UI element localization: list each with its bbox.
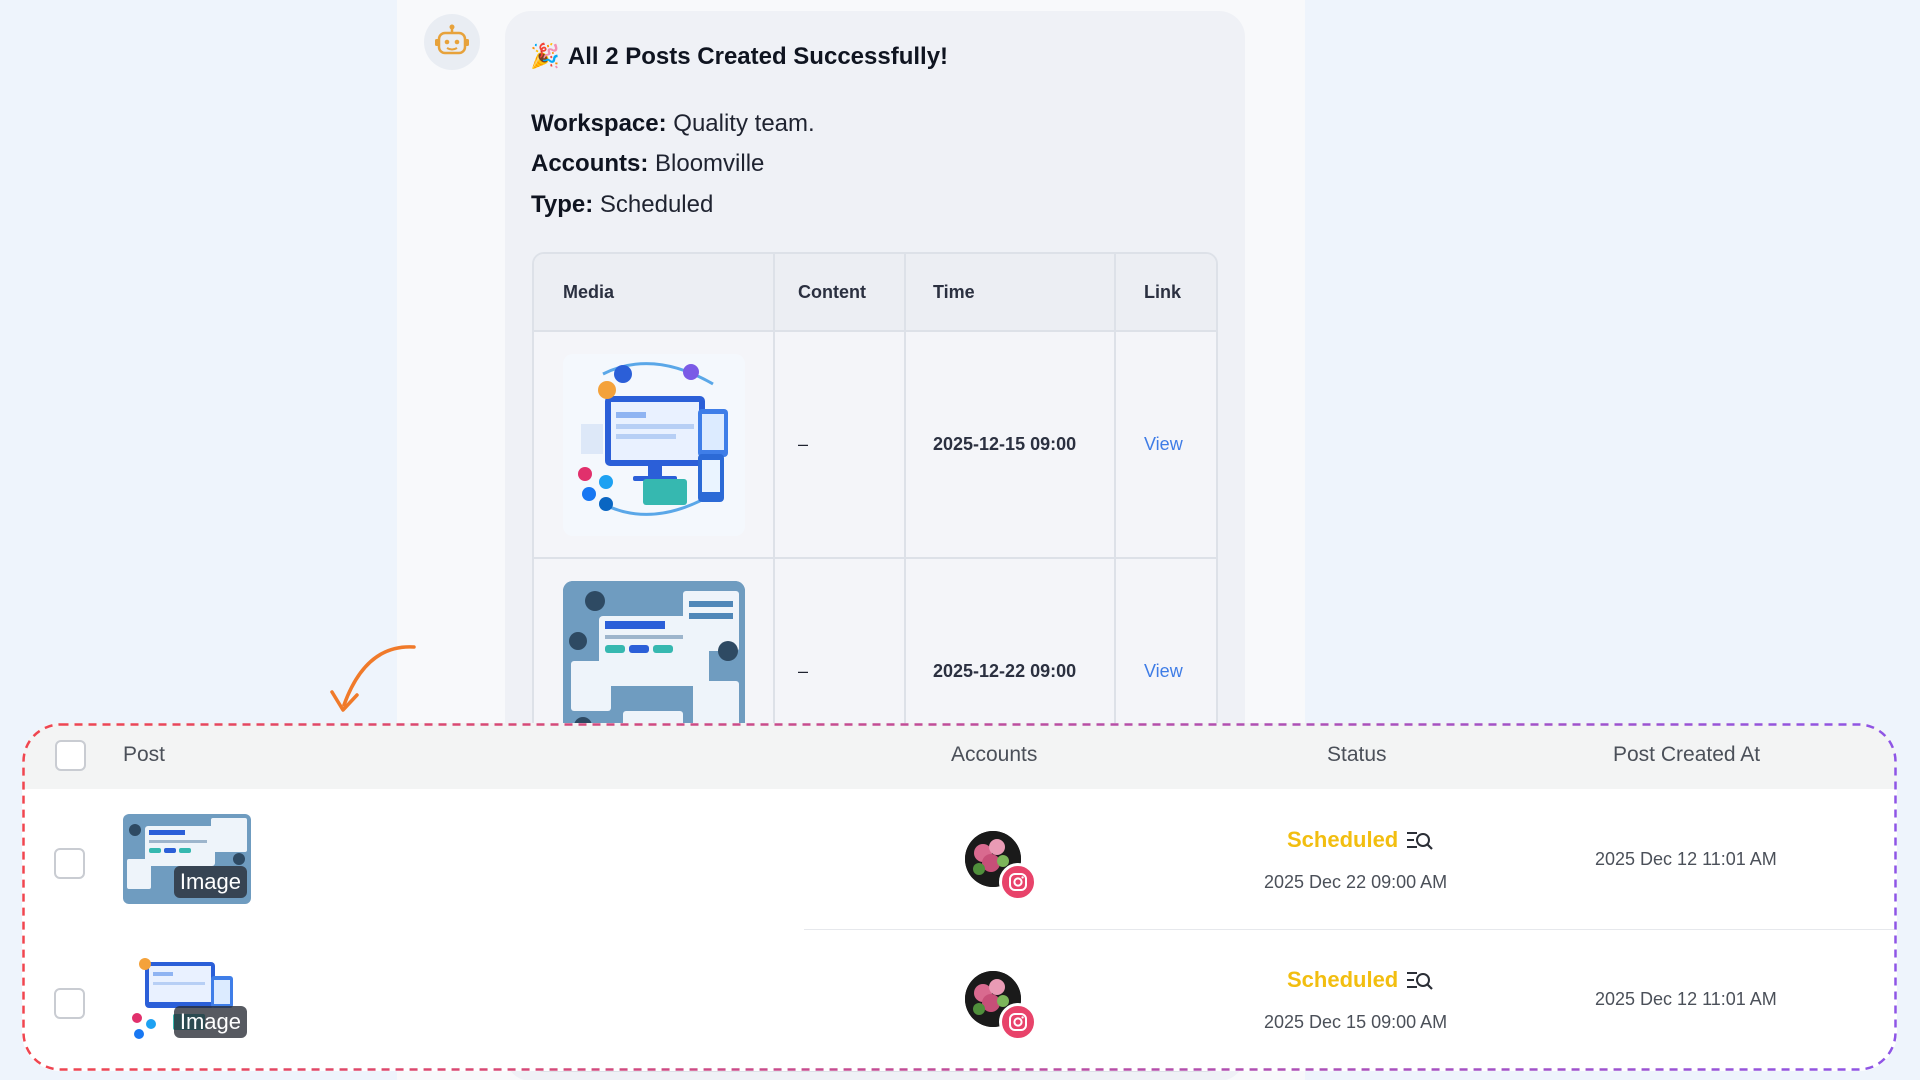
- row-divider: [804, 929, 1897, 930]
- accounts-value: Bloomville: [655, 150, 765, 177]
- account-avatar-group[interactable]: [965, 831, 1037, 901]
- message-title: 🎉 All 2 Posts Created Successfully!: [530, 42, 948, 71]
- workspace-label: Workspace:: [531, 110, 667, 137]
- header-post: Post: [123, 743, 166, 766]
- scheduled-time: 2025 Dec 22 09:00 AM: [1264, 872, 1448, 892]
- post-thumbnail[interactable]: Image: [123, 954, 251, 1044]
- type-label: Type:: [531, 191, 594, 218]
- view-link[interactable]: View: [1144, 661, 1183, 682]
- status-badge: Scheduled: [1287, 967, 1399, 992]
- header-link: Link: [1144, 281, 1182, 302]
- time-cell: 2025-12-15 09:00: [906, 332, 1116, 557]
- table-header: Media Content Time Link: [534, 254, 1216, 332]
- header-post-created-at: Post Created At: [1613, 743, 1761, 766]
- select-all-checkbox[interactable]: [55, 740, 86, 771]
- instagram-icon: [999, 863, 1037, 901]
- header-content: Content: [775, 254, 906, 330]
- row-checkbox[interactable]: [54, 988, 85, 1019]
- workspace-line: Workspace: Quality team.: [531, 110, 815, 138]
- posts-list-header: Post Accounts Status Post Created At: [22, 723, 1897, 789]
- created-at: 2025 Dec 12 11:01 AM: [1595, 989, 1777, 1009]
- row-checkbox[interactable]: [54, 848, 85, 879]
- accounts-line: Accounts: Bloomville: [531, 150, 764, 178]
- view-link[interactable]: View: [1144, 434, 1183, 455]
- post-thumbnail[interactable]: Image: [123, 814, 251, 904]
- media-type-badge: Image: [173, 866, 247, 898]
- workspace-value: Quality team.: [673, 110, 815, 137]
- type-line: Type: Scheduled: [531, 191, 713, 219]
- message-title-text: All 2 Posts Created Successfully!: [567, 42, 949, 70]
- media-type-badge: Image: [173, 1006, 247, 1038]
- post-image-thumbnail[interactable]: [563, 353, 745, 536]
- accounts-label: Accounts:: [531, 150, 649, 177]
- header-status: Status: [1327, 743, 1387, 766]
- search-list-icon[interactable]: [1405, 969, 1435, 993]
- robot-icon: [435, 24, 469, 55]
- instagram-icon: [999, 1003, 1037, 1041]
- status-badge: Scheduled: [1287, 827, 1399, 852]
- posts-list-panel: Post Accounts Status Post Created At Ima…: [22, 723, 1897, 1071]
- header-time: Time: [906, 254, 1116, 330]
- search-list-icon[interactable]: [1405, 829, 1435, 853]
- header-media: Media: [534, 254, 775, 330]
- curved-arrow-icon: [330, 645, 416, 712]
- table-row: – 2025-12-15 09:00 View: [534, 332, 1216, 559]
- bot-avatar: [424, 14, 480, 70]
- party-popper-icon: 🎉: [530, 43, 560, 70]
- type-value: Scheduled: [599, 191, 714, 218]
- header-accounts: Accounts: [951, 743, 1038, 766]
- media-cell: [534, 332, 775, 557]
- account-avatar-group[interactable]: [965, 971, 1037, 1041]
- content-cell: –: [775, 332, 906, 557]
- created-at: 2025 Dec 12 11:01 AM: [1595, 849, 1777, 869]
- scheduled-time: 2025 Dec 15 09:00 AM: [1264, 1012, 1448, 1032]
- link-cell: View: [1116, 332, 1216, 557]
